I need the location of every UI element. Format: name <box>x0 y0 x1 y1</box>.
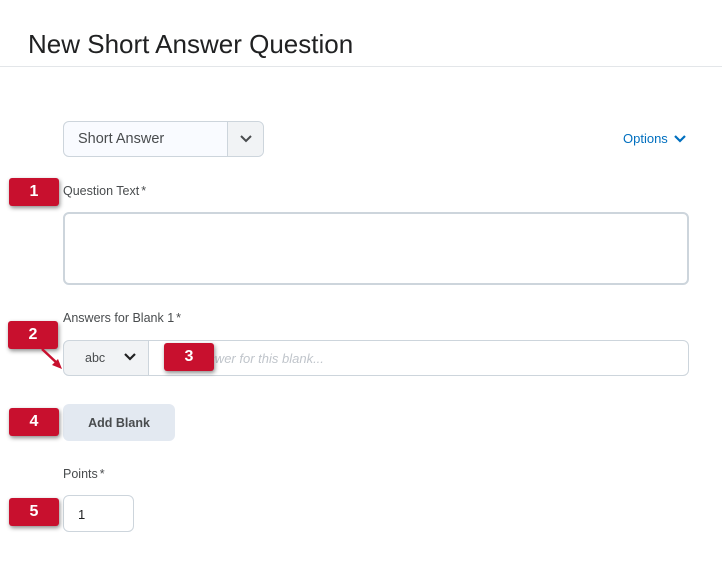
callout-badge-1: 1 <box>9 178 59 206</box>
chevron-down-icon <box>124 353 136 361</box>
callout-arrow-icon <box>41 348 62 369</box>
question-type-dropdown-button[interactable] <box>227 122 263 156</box>
callout-badge-3: 3 <box>164 343 214 371</box>
points-label-text: Points <box>63 467 98 481</box>
chevron-down-icon <box>674 134 686 143</box>
answers-label: Answers for Blank 1 * <box>63 311 181 325</box>
question-text-label: Question Text * <box>63 184 146 198</box>
required-marker: * <box>141 184 147 198</box>
question-type-value: Short Answer <box>78 131 165 147</box>
callout-badge-4: 4 <box>9 408 59 436</box>
header-divider <box>0 66 722 67</box>
options-label: Options <box>623 131 668 146</box>
points-value: 1 <box>78 507 86 522</box>
question-text-editor[interactable] <box>63 212 689 285</box>
callout-badge-5: 5 <box>9 498 59 526</box>
points-input[interactable]: 1 <box>63 495 134 532</box>
question-type-select[interactable]: Short Answer <box>63 121 264 157</box>
callout-badge-2: 2 <box>8 321 58 349</box>
options-link[interactable]: Options <box>623 131 686 146</box>
answer-type-value: abc <box>85 351 106 365</box>
answer-input[interactable]: n answer for this blank... <box>148 340 689 376</box>
answer-type-select[interactable]: abc <box>63 340 149 376</box>
points-label: Points * <box>63 467 105 481</box>
page-title: New Short Answer Question <box>28 29 354 60</box>
chevron-down-icon <box>239 135 252 143</box>
required-marker: * <box>99 467 105 481</box>
answers-label-text: Answers for Blank 1 <box>63 311 175 325</box>
question-text-label-text: Question Text <box>63 184 140 198</box>
add-blank-button[interactable]: Add Blank <box>63 404 175 441</box>
required-marker: * <box>176 311 182 325</box>
